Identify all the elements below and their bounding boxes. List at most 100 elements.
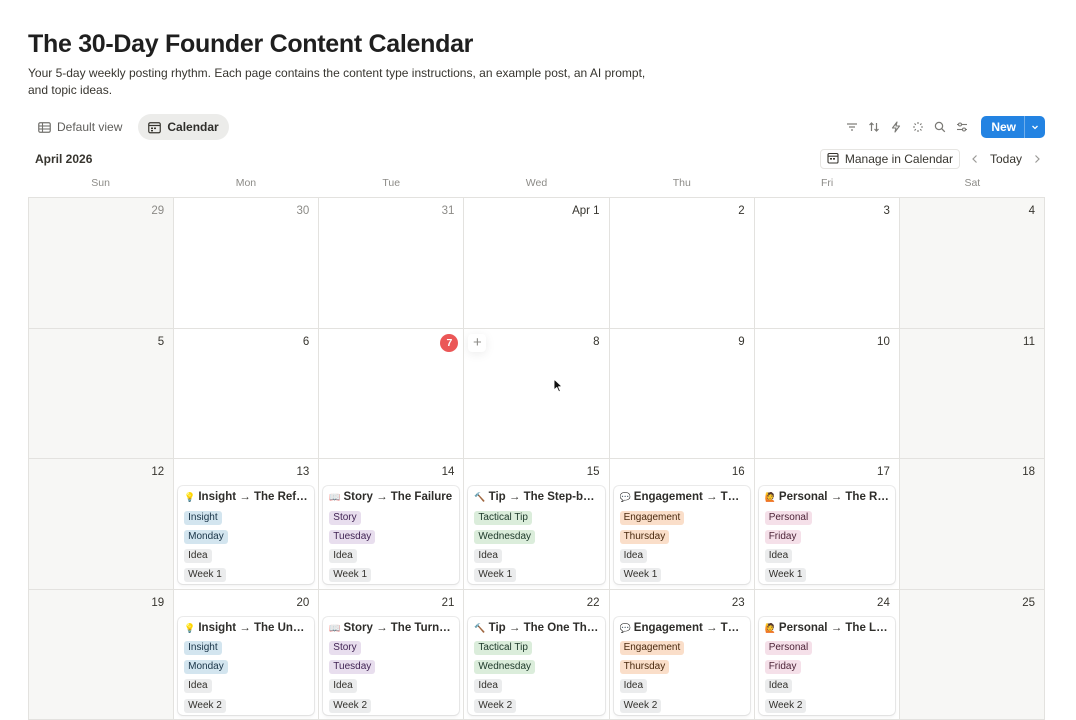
event-tag: Engagement [619, 510, 685, 525]
event-title: 🙋Personal → The Routine [765, 490, 889, 505]
day-number: 5 [157, 335, 165, 348]
event-property-row: Engagement [619, 639, 744, 658]
chevron-down-icon[interactable] [1025, 116, 1045, 138]
weekday-label: Fri [820, 177, 834, 189]
day-number: 23 [731, 596, 745, 609]
event-property-row: Tuesday [329, 658, 453, 677]
event-title: 🙋Personal → The Lesson [765, 621, 889, 636]
event-property-row: Idea [184, 677, 308, 696]
event-property-row: Story [329, 508, 453, 527]
event-property-row: Week 1 [184, 566, 308, 585]
calendar-day-cell[interactable]: 8 + [464, 328, 610, 459]
manage-in-calendar-button[interactable]: Manage in Calendar [819, 149, 960, 169]
day-number: 30 [296, 205, 310, 217]
calendar-app-icon [827, 152, 839, 167]
new-button-label[interactable]: New [981, 116, 1025, 138]
search-icon[interactable] [931, 116, 949, 138]
chevron-left-icon[interactable] [968, 154, 982, 164]
event-tag: Tactical Tip [474, 510, 532, 525]
calendar-day-cell[interactable]: 15 🔨Tip → The Step-by-Step Tactical Tip Wed… [464, 459, 610, 590]
event-property-row: Wednesday [474, 658, 598, 677]
calendar-day-cell[interactable]: 23 💬Engagement → The Hot Take Engagement Th… [609, 589, 755, 720]
day-number: 25 [1022, 596, 1035, 609]
calendar-day-cell[interactable]: Apr 1 [464, 198, 610, 329]
today-button[interactable]: Today [990, 152, 1022, 166]
event-card[interactable]: 💬Engagement → The Question Engagement Thur… [613, 486, 750, 585]
event-card[interactable]: 💬Engagement → The Hot Take Engagement Thur… [613, 616, 750, 715]
event-property-row: Idea [474, 546, 598, 565]
event-card[interactable]: 💡Insight → The Reframe Insight Monday Idea W… [178, 486, 315, 585]
add-event-icon[interactable]: + [468, 333, 487, 352]
event-property-row: Insight [184, 508, 308, 527]
calendar-day-cell[interactable]: 13 💡Insight → The Reframe Insight Monday Ide… [174, 459, 320, 590]
event-card[interactable]: 💡Insight → The Uncomfortable TruthInsigh… [178, 616, 315, 715]
calendar-day-cell[interactable]: 9 [609, 328, 755, 459]
event-card[interactable]: 📖Story → The Turning Point Story Tuesday Id… [323, 616, 460, 715]
calendar-day-cell[interactable]: 3 [754, 198, 900, 329]
calendar-day-cell[interactable]: 19 [29, 589, 175, 720]
calendar-day-cell[interactable]: 11 [899, 328, 1045, 459]
day-number: 14 [441, 466, 455, 478]
event-card[interactable]: 📖 Story → The Failure Story Tuesday Idea Week… [323, 486, 460, 584]
chevron-right-icon[interactable] [1030, 154, 1044, 164]
event-tag: Wednesday [474, 529, 536, 544]
tab-default-view[interactable]: Default view [28, 114, 132, 140]
sort-icon[interactable] [865, 116, 883, 138]
calendar-day-cell[interactable]: 29 [29, 198, 175, 329]
calendar-day-cell[interactable]: 2 [609, 198, 755, 329]
day-number: 15 [586, 466, 600, 478]
event-property-row: Monday [184, 658, 308, 677]
calendar-day-cell[interactable]: 7 [319, 328, 465, 459]
event-title-text: Insight → The Reframe [198, 491, 308, 503]
calendar-day-cell[interactable]: 17 🙋Personal → The Routine Personal Friday I… [754, 459, 900, 590]
event-emoji-icon: 🔨 [474, 492, 486, 502]
weekday-label: Mon [235, 177, 257, 189]
event-tag: Week 1 [474, 568, 517, 583]
weekday-label: Tue [382, 177, 401, 189]
calendar-day-cell[interactable]: 25 [899, 589, 1045, 720]
event-tag: Week 1 [184, 568, 226, 583]
calendar-day-cell[interactable]: 4 [899, 198, 1045, 329]
calendar-day-cell[interactable]: 5 [29, 328, 175, 459]
filter-icon[interactable] [843, 116, 861, 138]
calendar-day-cell[interactable]: 22 🔨 Tip → The One Thing Tactical Tip Wednes… [464, 589, 610, 720]
day-number: 10 [877, 335, 890, 348]
event-property-row: Week 1 [474, 566, 598, 585]
event-emoji-icon: 🔨 [474, 622, 486, 633]
event-tag: Week 1 [619, 568, 662, 583]
day-number: 21 [441, 596, 455, 609]
event-tag: Idea [619, 679, 648, 694]
event-card[interactable]: 🔨 Tip → The One Thing Tactical Tip Wednesda… [468, 616, 605, 715]
calendar-day-cell[interactable]: 24 🙋Personal → The Lesson Personal Friday Id… [754, 589, 900, 720]
automation-icon[interactable] [887, 116, 905, 138]
month-label: April 2026 [35, 152, 93, 166]
ai-sparkle-icon[interactable] [909, 116, 927, 138]
calendar-day-cell[interactable]: 12 [29, 459, 175, 590]
calendar-grid: 29 30 31 Apr 1 2 3 4 5 6 7 8 +9 10 11 12 13 💡 Insight → T… [28, 197, 1045, 720]
calendar-day-cell[interactable]: 16 💬Engagement → The Question Engagement Th… [609, 459, 755, 590]
tab-calendar[interactable]: Calendar [138, 114, 229, 140]
calendar-day-cell[interactable]: 21 📖Story → The Turning Point Story Tuesday… [319, 589, 465, 720]
event-card[interactable]: 🙋Personal → The Routine Personal Friday Ide… [758, 486, 895, 584]
calendar-day-cell[interactable]: 20💡Insight → The Uncomfortable TruthInsi… [174, 589, 320, 720]
event-tag: Thursday [619, 529, 670, 544]
event-card[interactable]: 🔨Tip → The Step-by-Step Tactical Tip Wedne… [468, 486, 605, 585]
event-card[interactable]: 🙋Personal → The Lesson Personal Friday Idea… [758, 616, 895, 715]
day-number: 31 [441, 205, 455, 217]
calendar-day-cell[interactable]: 18 [899, 459, 1045, 590]
event-property-row: Personal [764, 508, 889, 527]
settings-icon[interactable] [953, 116, 971, 138]
calendar-day-cell[interactable]: 10 [754, 328, 900, 459]
event-emoji-icon: 📖 [329, 492, 341, 502]
day-number: 6 [302, 335, 310, 348]
weekday-header: Sun Mon Tue Wed Thu Fri Sat [28, 177, 1045, 189]
event-property-row: Week 1 [619, 566, 744, 585]
calendar-day-cell[interactable]: 30 [174, 198, 320, 329]
calendar-day-cell[interactable]: 6 [174, 328, 320, 459]
event-title: 💬Engagement → The Question [620, 490, 744, 505]
event-tag: Story [329, 510, 361, 525]
calendar-day-cell[interactable]: 31 [319, 198, 465, 329]
weekday-label: Wed [525, 177, 548, 189]
calendar-day-cell[interactable]: 14 📖 Story → The Failure Story Tuesday Idea We… [319, 459, 465, 590]
new-button[interactable]: New [981, 116, 1045, 138]
